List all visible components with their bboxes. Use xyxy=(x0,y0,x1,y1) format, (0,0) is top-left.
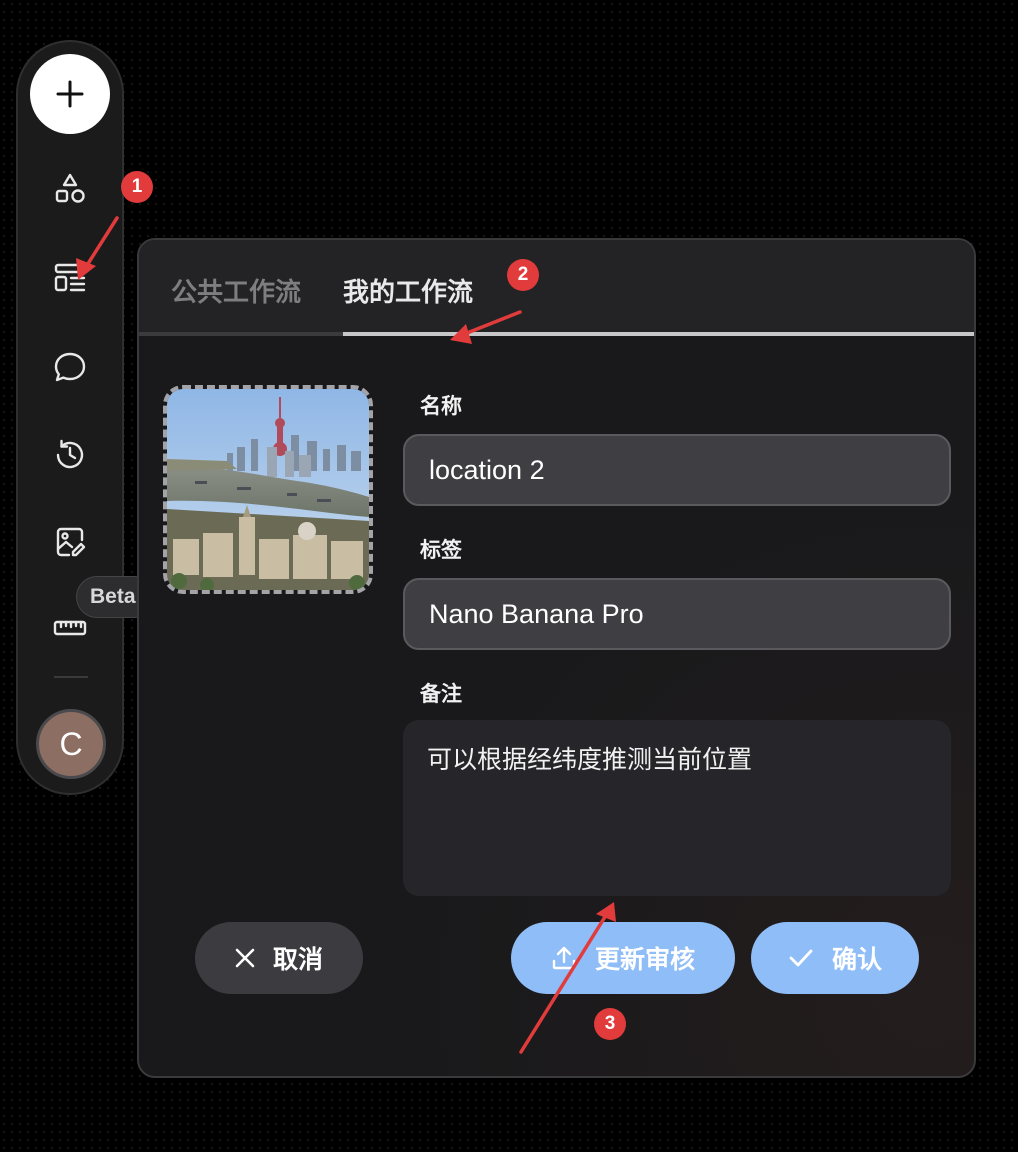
upload-icon xyxy=(552,946,576,970)
annotation-marker-3: 3 xyxy=(594,1008,626,1040)
workflow-thumbnail[interactable] xyxy=(163,385,373,594)
note-label: 备注 xyxy=(420,682,462,706)
image-edit-icon xyxy=(56,527,86,557)
workflow-list-icon xyxy=(54,263,86,292)
chat-icon xyxy=(54,352,86,382)
tab-bar: 公共工作流 我的工作流 xyxy=(139,240,974,336)
update-review-button[interactable]: 更新审核 xyxy=(511,922,735,994)
sidebar-item-image-edit[interactable] xyxy=(47,519,93,565)
sidebar-divider xyxy=(54,676,88,678)
name-input[interactable]: location 2 xyxy=(403,434,951,506)
sidebar-item-chat[interactable] xyxy=(47,344,93,390)
tag-label: 标签 xyxy=(420,538,462,562)
workflow-panel: 公共工作流 我的工作流 名称 location 2 标签 Nano Banana… xyxy=(137,238,976,1078)
shapes-icon xyxy=(55,173,85,203)
update-review-button-label: 更新审核 xyxy=(594,945,695,974)
cancel-button[interactable]: 取消 xyxy=(195,922,363,994)
check-icon xyxy=(789,949,813,967)
sidebar-item-shapes[interactable] xyxy=(47,166,93,212)
cancel-button-label: 取消 xyxy=(272,945,323,974)
sidebar-item-history[interactable] xyxy=(47,432,93,478)
note-textarea[interactable]: 可以根据经纬度推测当前位置 xyxy=(403,720,951,896)
plus-icon xyxy=(56,80,84,108)
sidebar: C xyxy=(16,40,124,795)
tab-active-indicator xyxy=(343,332,974,336)
name-label: 名称 xyxy=(420,394,462,418)
tag-input[interactable]: Nano Banana Pro xyxy=(403,578,951,650)
confirm-button[interactable]: 确认 xyxy=(751,922,919,994)
ruler-icon xyxy=(53,620,87,636)
tab-my-workflows[interactable]: 我的工作流 xyxy=(343,272,473,309)
new-button[interactable] xyxy=(30,54,110,134)
annotation-marker-2: 2 xyxy=(507,259,539,291)
skyline-image xyxy=(167,389,369,590)
sidebar-item-workflows[interactable] xyxy=(47,255,93,301)
confirm-button-label: 确认 xyxy=(831,945,882,974)
history-icon xyxy=(56,439,84,469)
annotation-marker-1: 1 xyxy=(121,171,153,203)
avatar[interactable]: C xyxy=(36,709,106,779)
tab-public-workflows[interactable]: 公共工作流 xyxy=(171,272,301,309)
close-icon xyxy=(235,948,255,968)
